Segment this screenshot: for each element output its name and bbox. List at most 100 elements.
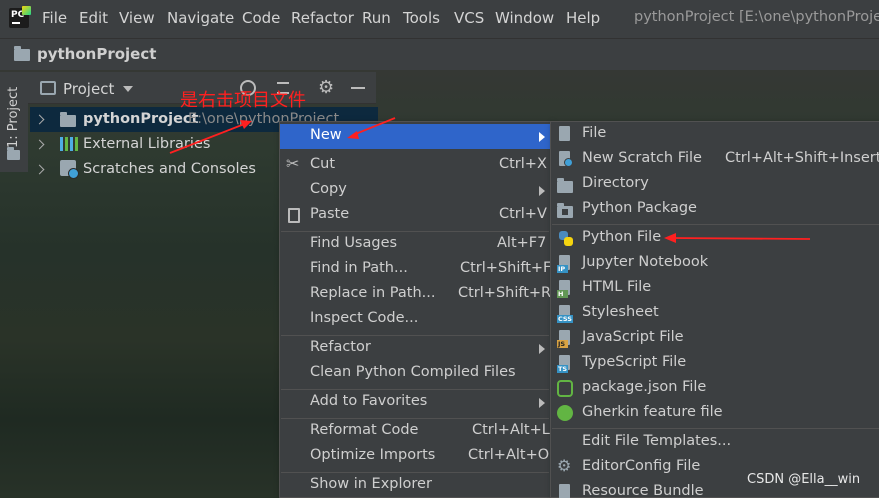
menu-vcs[interactable]: VCS [454, 9, 484, 27]
menu-item-label: New Scratch File [582, 150, 702, 166]
submenu-item-python-file[interactable]: Python File [551, 226, 879, 251]
context-menu: New ✂ Cut Ctrl+X Copy Paste Ctrl+V Find Us… [279, 121, 551, 498]
menu-item-label: Python File [582, 229, 662, 245]
menu-item-label: Add to Favorites [310, 393, 428, 409]
project-panel-title[interactable]: Project [63, 80, 114, 98]
menu-item-label: Paste [310, 206, 350, 222]
menu-item-add-to-favorites[interactable]: Add to Favorites [280, 390, 550, 415]
menu-item-label: Clean Python Compiled Files [310, 364, 516, 380]
menu-item-shortcut: Ctrl+Shift+F [460, 260, 552, 276]
menu-item-clean-compiled[interactable]: Clean Python Compiled Files [280, 361, 550, 386]
annotation-text: 是右击项目文件 [180, 90, 306, 111]
menu-view[interactable]: View [119, 9, 155, 27]
minimize-icon[interactable] [351, 87, 365, 89]
menu-item-label: package.json File [582, 379, 707, 395]
new-submenu: File New Scratch File Ctrl+Alt+Shift+Inse… [550, 121, 879, 498]
submenu-item-python-package[interactable]: Python Package [551, 197, 879, 222]
menu-item-label: Replace in Path... [310, 285, 436, 301]
menu-item-shortcut: Alt+F7 [497, 235, 547, 251]
submenu-arrow-icon [539, 132, 545, 142]
menu-item-shortcut: Ctrl+Shift+R [458, 285, 552, 301]
menu-item-label: Directory [582, 175, 649, 191]
menu-item-label: Find in Path... [310, 260, 408, 276]
submenu-arrow-icon [539, 398, 545, 408]
menu-item-shortcut: Ctrl+X [499, 156, 547, 172]
menu-item-label: EditorConfig File [582, 458, 701, 474]
pycharm-logo-icon: PC [9, 6, 31, 28]
menu-tools[interactable]: Tools [403, 9, 440, 27]
tree-item-label: Scratches and Consoles [83, 161, 256, 177]
submenu-item-stylesheet[interactable]: CSS Stylesheet [551, 301, 879, 326]
menu-item-find-usages[interactable]: Find Usages Alt+F7 [280, 232, 550, 257]
ts-file-icon: TS [557, 355, 573, 373]
file-icon [557, 126, 573, 144]
menu-item-shortcut: Ctrl+Alt+O [468, 447, 550, 463]
menu-refactor[interactable]: Refactor [291, 9, 354, 27]
submenu-item-edit-file-templates[interactable]: Edit File Templates... [551, 430, 879, 455]
menu-item-label: File [582, 125, 607, 141]
chevron-right-icon[interactable] [34, 164, 45, 175]
menu-item-label: Resource Bundle [582, 483, 704, 498]
gear-icon: ⚙ [557, 456, 572, 475]
resource-bundle-icon [557, 484, 573, 498]
clock-icon [68, 168, 79, 179]
menu-item-new[interactable]: New [280, 124, 550, 149]
menu-item-find-in-path[interactable]: Find in Path... Ctrl+Shift+F [280, 257, 552, 282]
menu-item-label: HTML File [582, 279, 652, 295]
submenu-item-html-file[interactable]: H HTML File [551, 276, 879, 301]
menu-item-paste[interactable]: Paste Ctrl+V [280, 203, 550, 228]
menu-item-label: Python Package [582, 200, 697, 216]
submenu-item-file[interactable]: File [551, 122, 879, 147]
menu-item-label: Stylesheet [582, 304, 659, 320]
python-icon [558, 231, 574, 247]
css-file-icon: CSS [557, 305, 573, 323]
submenu-item-package-json[interactable]: package.json File [551, 376, 879, 401]
menu-item-label: JavaScript File [582, 329, 684, 345]
menu-run[interactable]: Run [362, 9, 391, 27]
project-tool-tab[interactable]: 1: Project [6, 78, 21, 148]
html-file-icon: H [557, 280, 573, 298]
menu-code[interactable]: Code [242, 9, 280, 27]
project-dropdown-arrow-icon[interactable] [123, 86, 133, 92]
submenu-item-directory[interactable]: Directory [551, 172, 879, 197]
submenu-item-new-scratch-file[interactable]: New Scratch File Ctrl+Alt+Shift+Insert [551, 147, 879, 172]
watermark: CSDN @Ella__win [747, 472, 861, 487]
menu-item-show-in-explorer[interactable]: Show in Explorer [280, 473, 550, 498]
menu-item-optimize-imports[interactable]: Optimize Imports Ctrl+Alt+O [280, 444, 550, 469]
submenu-item-jupyter-notebook[interactable]: IP Jupyter Notebook [551, 251, 879, 276]
gear-icon[interactable]: ⚙ [318, 77, 334, 98]
menu-navigate[interactable]: Navigate [167, 9, 234, 27]
tree-item-label: External Libraries [83, 136, 211, 152]
nodejs-icon [557, 380, 573, 397]
chevron-right-icon[interactable] [34, 139, 45, 150]
menu-window[interactable]: Window [495, 9, 554, 27]
submenu-item-javascript-file[interactable]: JS JavaScript File [551, 326, 879, 351]
menu-help[interactable]: Help [566, 9, 600, 27]
jupyter-file-icon: IP [557, 255, 573, 273]
menu-item-replace-in-path[interactable]: Replace in Path... Ctrl+Shift+R [280, 282, 552, 307]
menu-item-refactor[interactable]: Refactor [280, 336, 550, 361]
menu-item-cut[interactable]: ✂ Cut Ctrl+X [280, 153, 550, 178]
library-icon [60, 137, 78, 151]
menu-file[interactable]: File [42, 9, 67, 27]
submenu-item-gherkin-feature[interactable]: Gherkin feature file [551, 401, 879, 426]
submenu-arrow-icon [539, 186, 545, 196]
menu-item-reformat-code[interactable]: Reformat Code Ctrl+Alt+L [280, 419, 550, 444]
folder-icon [60, 112, 76, 127]
menu-item-label: Refactor [310, 339, 371, 355]
menu-item-inspect-code[interactable]: Inspect Code... [280, 307, 550, 332]
cucumber-icon [557, 405, 573, 421]
chevron-right-icon[interactable] [34, 114, 45, 125]
window-title: pythonProject [E:\one\pythonProjec [634, 9, 879, 25]
menu-item-shortcut: Ctrl+Alt+L [472, 422, 550, 438]
scissors-icon: ✂ [286, 154, 300, 173]
menu-item-label: Jupyter Notebook [582, 254, 709, 270]
menu-separator [552, 224, 879, 225]
menu-edit[interactable]: Edit [79, 9, 108, 27]
menu-item-shortcut: Ctrl+Alt+Shift+Insert [725, 150, 879, 166]
submenu-item-typescript-file[interactable]: TS TypeScript File [551, 351, 879, 376]
js-file-icon: JS [557, 330, 573, 348]
breadcrumb-project[interactable]: pythonProject [37, 45, 156, 63]
menu-item-copy[interactable]: Copy [280, 178, 550, 203]
menu-item-label: Edit File Templates... [582, 433, 732, 449]
